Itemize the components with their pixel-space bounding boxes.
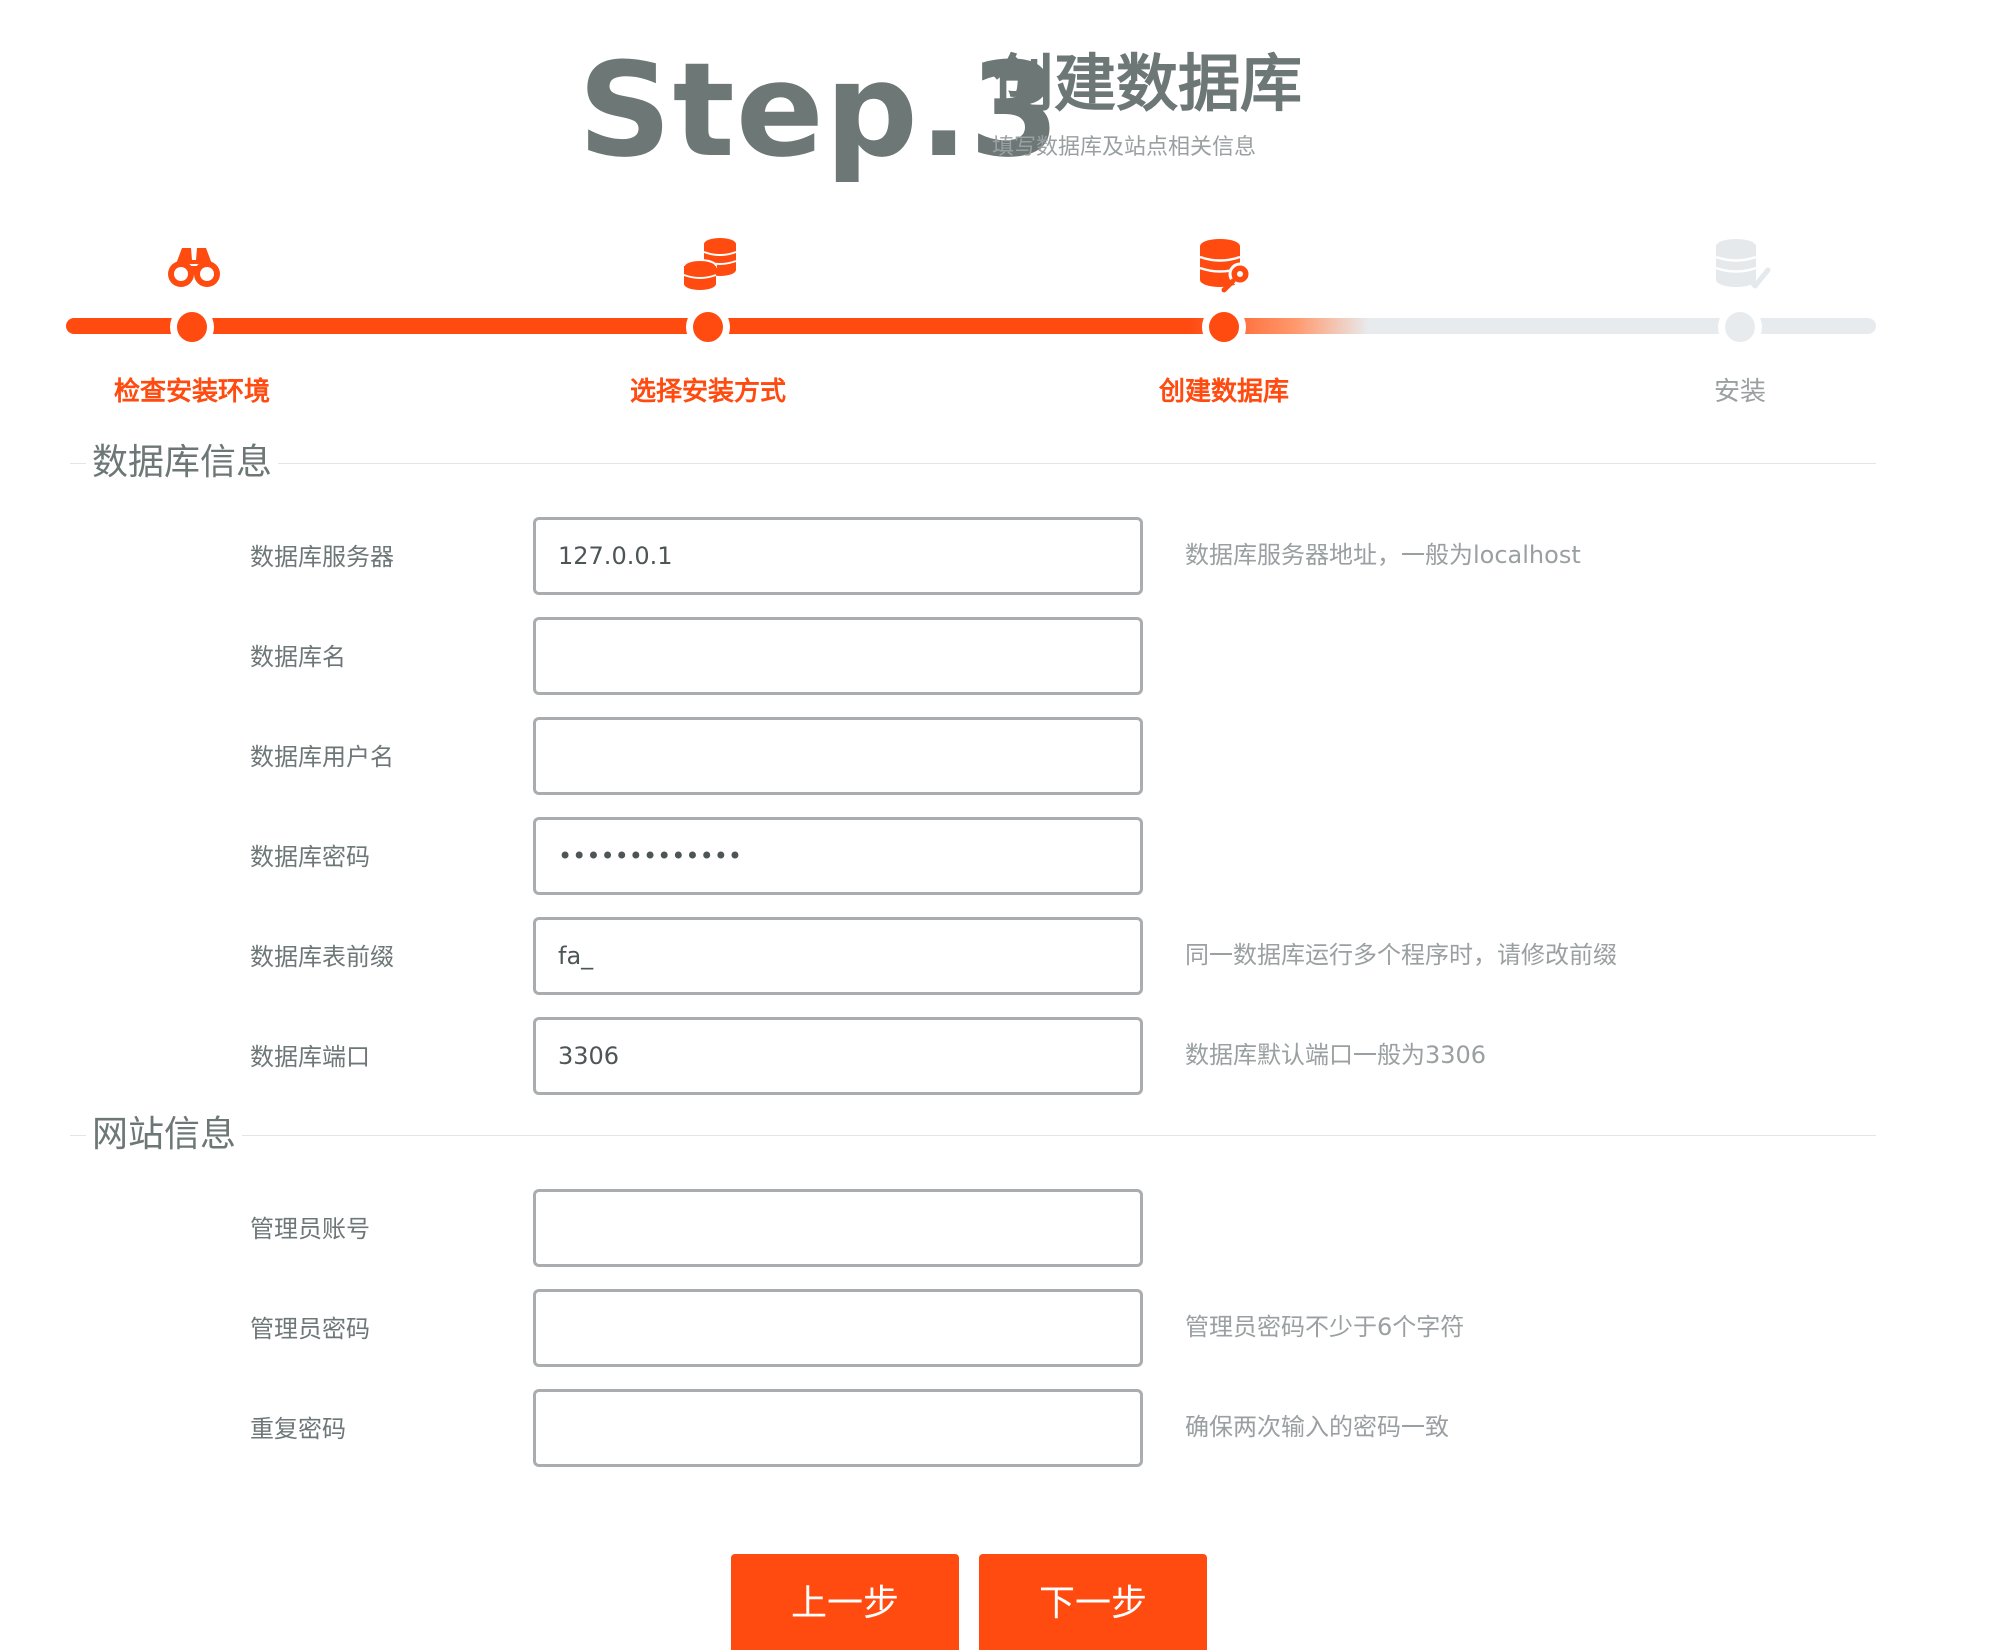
db-prefix-hint: 同一数据库运行多个程序时，请修改前缀 bbox=[1185, 941, 1617, 969]
form-row-db-password: 数据库密码 bbox=[0, 817, 1990, 897]
db-password-label: 数据库密码 bbox=[250, 843, 370, 871]
section-divider-site bbox=[70, 1135, 1876, 1136]
db-name-input[interactable] bbox=[533, 617, 1143, 695]
db-host-label: 数据库服务器 bbox=[250, 543, 394, 571]
db-host-input[interactable] bbox=[533, 517, 1143, 595]
step-dot-1 bbox=[170, 305, 214, 349]
step-number: Step.3 bbox=[578, 34, 1061, 186]
install-wizard-page: Step.3 创建数据库 填写数据库及站点相关信息 检查安装环境 选择安装方式 … bbox=[0, 0, 1990, 1650]
step-dot-2 bbox=[686, 305, 730, 349]
db-prefix-input[interactable] bbox=[533, 917, 1143, 995]
form-row-repeat-password: 重复密码 确保两次输入的密码一致 bbox=[0, 1389, 1990, 1469]
form-row-db-name: 数据库名 bbox=[0, 617, 1990, 697]
step-label-4: 安装 bbox=[1713, 377, 1766, 407]
db-user-label: 数据库用户名 bbox=[250, 743, 394, 771]
step-label-2: 选择安装方式 bbox=[629, 377, 786, 407]
form-row-admin-password: 管理员密码 管理员密码不少于6个字符 bbox=[0, 1289, 1990, 1369]
admin-password-input[interactable] bbox=[533, 1289, 1143, 1367]
db-password-input[interactable] bbox=[533, 817, 1143, 895]
db-host-hint: 数据库服务器地址，一般为localhost bbox=[1185, 541, 1581, 569]
repeat-password-hint: 确保两次输入的密码一致 bbox=[1185, 1413, 1449, 1441]
form-row-admin-user: 管理员账号 bbox=[0, 1189, 1990, 1269]
admin-user-label: 管理员账号 bbox=[250, 1215, 370, 1243]
step-label-1: 检查安装环境 bbox=[113, 377, 270, 407]
database-key-icon bbox=[1196, 236, 1256, 296]
page-subtitle: 填写数据库及站点相关信息 bbox=[992, 135, 1257, 160]
prev-step-button[interactable]: 上一步 bbox=[731, 1554, 959, 1650]
step-label-3: 创建数据库 bbox=[1158, 377, 1289, 407]
repeat-password-label: 重复密码 bbox=[250, 1415, 346, 1443]
step-dot-4 bbox=[1718, 305, 1762, 349]
progress-track bbox=[66, 318, 1876, 334]
admin-user-input[interactable] bbox=[533, 1189, 1143, 1267]
db-port-hint: 数据库默认端口一般为3306 bbox=[1185, 1041, 1487, 1069]
form-row-db-user: 数据库用户名 bbox=[0, 717, 1990, 797]
section-title-site: 网站信息 bbox=[86, 1111, 243, 1159]
section-title-database: 数据库信息 bbox=[86, 439, 279, 487]
db-port-label: 数据库端口 bbox=[250, 1043, 370, 1071]
section-divider-database bbox=[70, 463, 1876, 464]
binoculars-icon bbox=[164, 236, 224, 296]
step-dot-3 bbox=[1202, 305, 1246, 349]
db-user-input[interactable] bbox=[533, 717, 1143, 795]
next-step-button[interactable]: 下一步 bbox=[979, 1554, 1207, 1650]
db-prefix-label: 数据库表前缀 bbox=[250, 943, 394, 971]
db-name-label: 数据库名 bbox=[250, 643, 346, 671]
coins-icon bbox=[680, 236, 740, 296]
form-row-db-port: 数据库端口 数据库默认端口一般为3306 bbox=[0, 1017, 1990, 1097]
admin-password-hint: 管理员密码不少于6个字符 bbox=[1185, 1313, 1465, 1341]
database-check-icon bbox=[1712, 236, 1772, 296]
repeat-password-input[interactable] bbox=[533, 1389, 1143, 1467]
db-port-input[interactable] bbox=[533, 1017, 1143, 1095]
admin-password-label: 管理员密码 bbox=[250, 1315, 370, 1343]
form-row-db-host: 数据库服务器 数据库服务器地址，一般为localhost bbox=[0, 517, 1990, 597]
page-title: 创建数据库 bbox=[992, 47, 1303, 120]
form-row-db-prefix: 数据库表前缀 同一数据库运行多个程序时，请修改前缀 bbox=[0, 917, 1990, 997]
